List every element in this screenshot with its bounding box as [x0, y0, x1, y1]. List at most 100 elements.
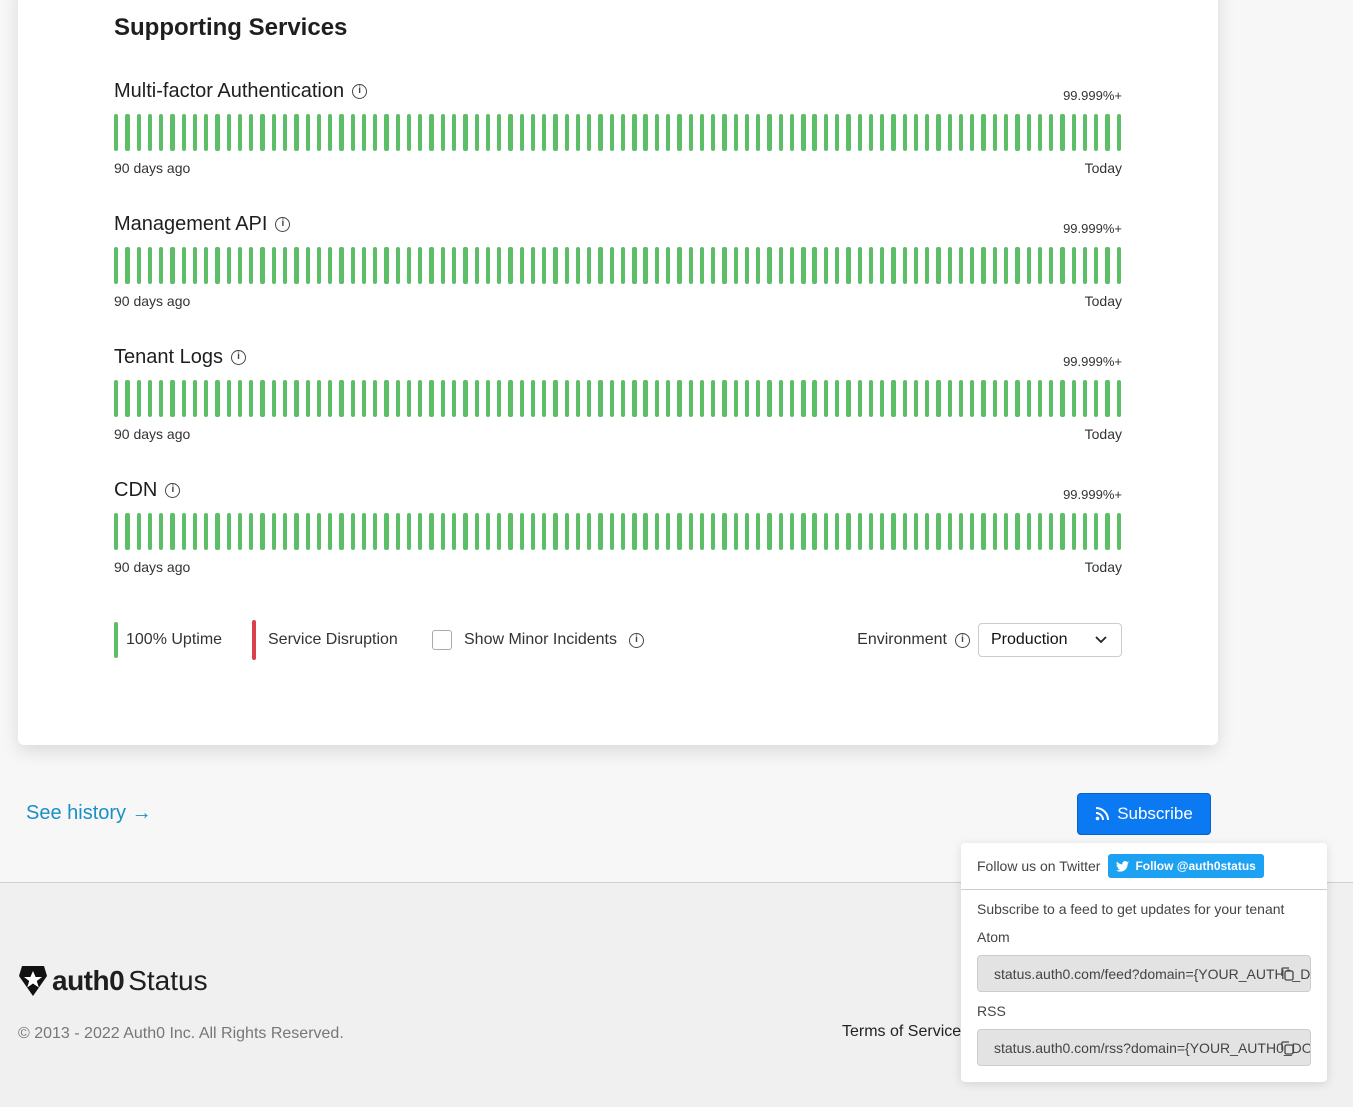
uptime-day-bar[interactable] [677, 114, 682, 151]
uptime-day-bar[interactable] [587, 380, 592, 417]
uptime-day-bar[interactable] [215, 513, 220, 550]
copy-icon[interactable] [1281, 1041, 1294, 1055]
uptime-day-bar[interactable] [114, 380, 119, 417]
uptime-day-bar[interactable] [1094, 247, 1099, 284]
uptime-day-bar[interactable] [384, 380, 389, 417]
uptime-day-bar[interactable] [406, 247, 412, 284]
uptime-day-bar[interactable] [463, 247, 468, 284]
uptime-day-bar[interactable] [125, 513, 130, 550]
uptime-day-bar[interactable] [384, 513, 389, 550]
uptime-day-bar[interactable] [936, 380, 941, 417]
info-icon[interactable]: i [230, 350, 246, 365]
info-icon[interactable]: i [275, 217, 291, 232]
show-minor-incidents[interactable]: Show Minor Incidents i [432, 622, 644, 658]
uptime-day-bar[interactable] [812, 380, 817, 417]
uptime-day-bar[interactable] [260, 380, 265, 417]
info-icon[interactable]: i [165, 483, 181, 498]
uptime-day-bar[interactable] [361, 380, 367, 417]
uptime-day-bar[interactable] [395, 380, 400, 417]
uptime-day-bar[interactable] [564, 380, 569, 417]
uptime-day-bar[interactable] [632, 114, 637, 151]
uptime-day-bar[interactable] [1116, 114, 1121, 151]
uptime-day-bar[interactable] [181, 513, 186, 550]
uptime-day-bar[interactable] [553, 114, 558, 151]
uptime-day-bar[interactable] [1026, 247, 1031, 284]
uptime-day-bar[interactable] [1060, 247, 1065, 284]
uptime-day-bar[interactable] [147, 513, 153, 550]
uptime-day-bar[interactable] [564, 114, 569, 151]
uptime-day-bar[interactable] [620, 380, 626, 417]
uptime-day-bar[interactable] [418, 114, 423, 151]
uptime-day-bar[interactable] [181, 114, 186, 151]
uptime-day-bar[interactable] [395, 114, 400, 151]
uptime-day-bar[interactable] [170, 114, 175, 151]
uptime-day-bar[interactable] [294, 513, 299, 550]
uptime-day-bar[interactable] [147, 114, 153, 151]
uptime-day-bar[interactable] [260, 247, 265, 284]
info-icon[interactable]: i [628, 632, 644, 648]
uptime-day-bar[interactable] [778, 513, 783, 550]
uptime-day-bar[interactable] [857, 114, 862, 151]
uptime-day-bar[interactable] [1049, 114, 1054, 151]
uptime-day-bar[interactable] [767, 247, 772, 284]
uptime-day-bar[interactable] [530, 513, 536, 550]
uptime-day-bar[interactable] [575, 114, 581, 151]
uptime-day-bar[interactable] [609, 513, 614, 550]
uptime-day-bar[interactable] [666, 114, 671, 151]
uptime-day-bar[interactable] [654, 247, 660, 284]
uptime-day-bar[interactable] [1015, 380, 1020, 417]
uptime-day-bar[interactable] [654, 114, 660, 151]
uptime-day-bar[interactable] [159, 513, 164, 550]
uptime-day-bar[interactable] [688, 247, 693, 284]
uptime-day-bar[interactable] [1116, 513, 1121, 550]
uptime-day-bar[interactable] [868, 513, 874, 550]
uptime-day-bar[interactable] [575, 513, 581, 550]
uptime-day-bar[interactable] [429, 247, 434, 284]
uptime-day-bar[interactable] [519, 114, 524, 151]
uptime-day-bar[interactable] [553, 247, 558, 284]
uptime-day-bar[interactable] [125, 247, 130, 284]
uptime-day-bar[interactable] [868, 380, 874, 417]
uptime-day-bar[interactable] [294, 247, 299, 284]
uptime-day-bar[interactable] [339, 114, 344, 151]
uptime-day-bar[interactable] [925, 513, 930, 550]
uptime-day-bar[interactable] [1026, 513, 1031, 550]
uptime-day-bar[interactable] [666, 247, 671, 284]
uptime-day-bar[interactable] [1082, 513, 1088, 550]
uptime-day-bar[interactable] [891, 247, 896, 284]
uptime-day-bar[interactable] [756, 513, 761, 550]
uptime-day-bar[interactable] [406, 380, 412, 417]
uptime-day-bar[interactable] [159, 380, 164, 417]
uptime-day-bar[interactable] [542, 513, 547, 550]
uptime-day-bar[interactable] [508, 114, 513, 151]
uptime-day-bar[interactable] [350, 114, 355, 151]
uptime-day-bar[interactable] [508, 247, 513, 284]
uptime-day-bar[interactable] [598, 380, 603, 417]
uptime-day-bar[interactable] [1094, 513, 1099, 550]
uptime-day-bar[interactable] [316, 380, 322, 417]
uptime-day-bar[interactable] [328, 247, 333, 284]
uptime-day-bar[interactable] [508, 380, 513, 417]
uptime-day-bar[interactable] [767, 114, 772, 151]
uptime-day-bar[interactable] [530, 247, 536, 284]
uptime-day-bar[interactable] [1003, 247, 1009, 284]
uptime-day-bar[interactable] [429, 380, 434, 417]
uptime-day-bar[interactable] [204, 114, 209, 151]
uptime-day-bar[interactable] [530, 380, 536, 417]
uptime-day-bar[interactable] [237, 513, 243, 550]
uptime-day-bar[interactable] [981, 247, 986, 284]
uptime-day-bar[interactable] [947, 247, 952, 284]
uptime-day-bar[interactable] [418, 380, 423, 417]
uptime-day-bar[interactable] [891, 114, 896, 151]
uptime-day-bar[interactable] [857, 380, 862, 417]
uptime-day-bar[interactable] [970, 247, 975, 284]
uptime-day-bar[interactable] [136, 380, 141, 417]
uptime-day-bar[interactable] [812, 247, 817, 284]
uptime-day-bar[interactable] [733, 114, 738, 151]
uptime-day-bar[interactable] [632, 380, 637, 417]
uptime-day-bar[interactable] [654, 513, 660, 550]
uptime-day-bar[interactable] [756, 114, 761, 151]
uptime-day-bar[interactable] [316, 114, 322, 151]
uptime-day-bar[interactable] [429, 513, 434, 550]
uptime-day-bar[interactable] [902, 513, 907, 550]
